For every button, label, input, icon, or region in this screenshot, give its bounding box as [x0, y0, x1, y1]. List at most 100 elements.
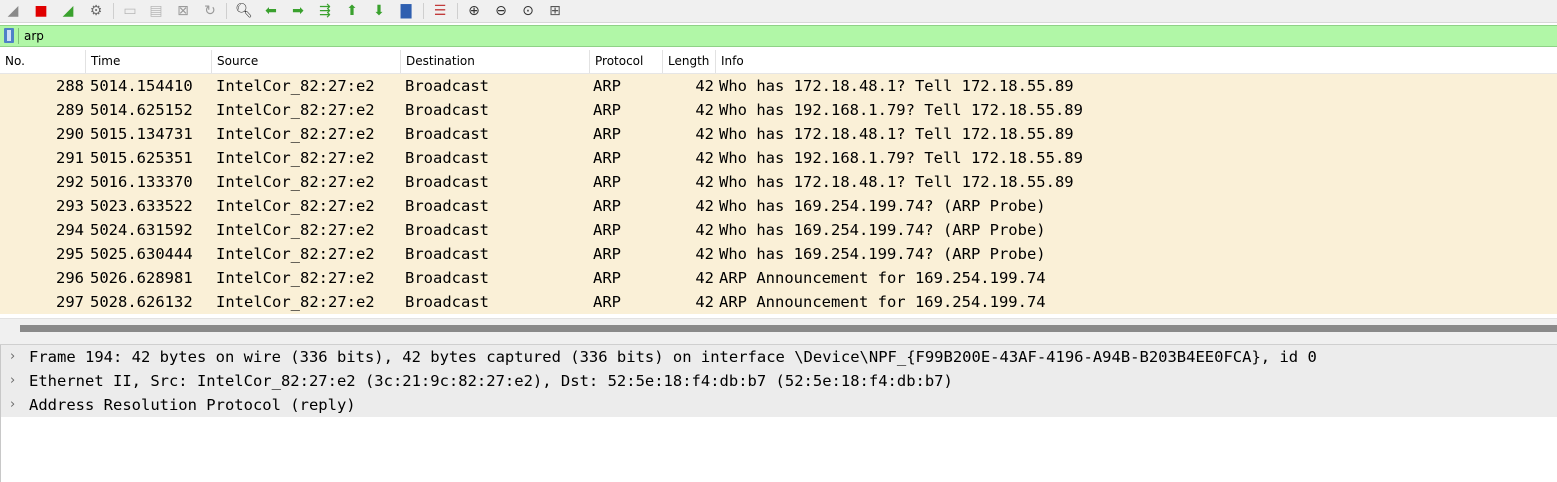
- packet-row[interactable]: 290 5015.134731 IntelCor_82:27:e2 Broadcast…: [0, 122, 1557, 146]
- packet-cell-time: 5026.628981: [90, 269, 193, 287]
- filter-divider: [18, 28, 19, 44]
- packet-cell-length: 42: [695, 221, 714, 239]
- details-tree-item-text: Ethernet II, Src: IntelCor_82:27:e2 (3c:…: [29, 372, 953, 390]
- packet-cell-source: IntelCor_82:27:e2: [216, 197, 375, 215]
- packet-cell-no: 293: [56, 197, 84, 215]
- packet-cell-no: 291: [56, 149, 84, 167]
- packet-cell-source: IntelCor_82:27:e2: [216, 77, 375, 95]
- packet-cell-protocol: ARP: [593, 101, 621, 119]
- packet-cell-time: 5023.633522: [90, 197, 193, 215]
- packet-cell-info: Who has 169.254.199.74? (ARP Probe): [719, 221, 1046, 239]
- restart-capture-icon[interactable]: ◢: [58, 1, 78, 21]
- packet-row[interactable]: 296 5026.628981 IntelCor_82:27:e2 Broadcast…: [0, 266, 1557, 290]
- details-tree-item[interactable]: › Frame 194: 42 bytes on wire (336 bits),…: [1, 345, 1557, 369]
- zoom-out-icon[interactable]: ⊖: [491, 1, 511, 21]
- packet-cell-no: 295: [56, 245, 84, 263]
- colorize-icon[interactable]: ☰: [430, 1, 450, 21]
- column-header-time[interactable]: Time: [86, 50, 212, 73]
- packet-cell-destination: Broadcast: [405, 245, 489, 263]
- column-header-no[interactable]: No.: [0, 50, 86, 73]
- packet-cell-time: 5016.133370: [90, 173, 193, 191]
- packet-cell-info: ARP Announcement for 169.254.199.74: [719, 269, 1046, 287]
- packet-details-pane: › Frame 194: 42 bytes on wire (336 bits),…: [0, 345, 1557, 482]
- packet-cell-no: 289: [56, 101, 84, 119]
- filter-bookmark-icon[interactable]: [4, 28, 14, 43]
- display-filter-bar: [0, 25, 1557, 47]
- packet-cell-time: 5014.625152: [90, 101, 193, 119]
- display-filter-input[interactable]: [24, 26, 1524, 46]
- column-header-source[interactable]: Source: [212, 50, 401, 73]
- packet-cell-source: IntelCor_82:27:e2: [216, 245, 375, 263]
- open-file-icon[interactable]: ▭: [120, 1, 140, 21]
- packet-row[interactable]: 289 5014.625152 IntelCor_82:27:e2 Broadcast…: [0, 98, 1557, 122]
- packet-cell-destination: Broadcast: [405, 173, 489, 191]
- details-tree-item[interactable]: › Address Resolution Protocol (reply): [1, 393, 1557, 417]
- packet-cell-time: 5014.154410: [90, 77, 193, 95]
- packet-cell-time: 5015.625351: [90, 149, 193, 167]
- find-packet-icon[interactable]: 🔍︎: [234, 1, 254, 21]
- packet-cell-destination: Broadcast: [405, 269, 489, 287]
- packet-cell-protocol: ARP: [593, 77, 621, 95]
- save-file-icon[interactable]: ▤: [146, 1, 166, 21]
- packet-cell-source: IntelCor_82:27:e2: [216, 149, 375, 167]
- packet-cell-source: IntelCor_82:27:e2: [216, 101, 375, 119]
- packet-cell-length: 42: [695, 197, 714, 215]
- packet-row[interactable]: 292 5016.133370 IntelCor_82:27:e2 Broadcast…: [0, 170, 1557, 194]
- chevron-right-icon[interactable]: ›: [10, 393, 15, 417]
- packet-cell-length: 42: [695, 149, 714, 167]
- go-to-packet-icon[interactable]: ⇶: [315, 1, 335, 21]
- packet-row[interactable]: 297 5028.626132 IntelCor_82:27:e2 Broadcast…: [0, 290, 1557, 314]
- packet-list-horizontal-scrollbar[interactable]: [0, 318, 1557, 337]
- normal-size-icon[interactable]: ⊙: [518, 1, 538, 21]
- packet-row[interactable]: 294 5024.631592 IntelCor_82:27:e2 Broadcast…: [0, 218, 1557, 242]
- autoscroll-icon[interactable]: ▇: [396, 1, 416, 21]
- details-tree-item[interactable]: › Ethernet II, Src: IntelCor_82:27:e2 (3c…: [1, 369, 1557, 393]
- column-header-info[interactable]: Info: [716, 50, 1557, 73]
- packet-cell-source: IntelCor_82:27:e2: [216, 173, 375, 191]
- scrollbar-thumb[interactable]: [20, 325, 1557, 332]
- packet-cell-length: 42: [695, 77, 714, 95]
- go-back-icon[interactable]: ⬅: [261, 1, 281, 21]
- packet-cell-info: Who has 169.254.199.74? (ARP Probe): [719, 197, 1046, 215]
- main-toolbar: ◢ ■ ◢ ⚙ ▭ ▤ ⊠ ↻ 🔍︎ ⬅ ➡ ⇶ ⬆ ⬇ ▇ ☰ ⊕ ⊖ ⊙ ⊞: [0, 0, 1557, 23]
- shark-fin-start-icon[interactable]: ◢: [3, 1, 23, 21]
- packet-cell-length: 42: [695, 293, 714, 311]
- packet-cell-no: 296: [56, 269, 84, 287]
- reload-file-icon[interactable]: ↻: [200, 1, 220, 21]
- last-packet-icon[interactable]: ⬇: [369, 1, 389, 21]
- pane-splitter[interactable]: [0, 337, 1557, 345]
- packet-cell-length: 42: [695, 173, 714, 191]
- details-tree-item-text: Frame 194: 42 bytes on wire (336 bits), …: [29, 348, 1317, 366]
- column-header-destination[interactable]: Destination: [401, 50, 590, 73]
- packet-cell-source: IntelCor_82:27:e2: [216, 125, 375, 143]
- packet-cell-no: 294: [56, 221, 84, 239]
- chevron-right-icon[interactable]: ›: [10, 369, 15, 393]
- zoom-in-icon[interactable]: ⊕: [464, 1, 484, 21]
- packet-cell-source: IntelCor_82:27:e2: [216, 293, 375, 311]
- stop-capture-icon[interactable]: ■: [31, 1, 51, 21]
- column-header-length[interactable]: Length: [663, 50, 716, 73]
- capture-options-gear-icon[interactable]: ⚙: [86, 1, 106, 21]
- packet-cell-protocol: ARP: [593, 221, 621, 239]
- column-header-protocol[interactable]: Protocol: [590, 50, 663, 73]
- first-packet-icon[interactable]: ⬆: [342, 1, 362, 21]
- packet-list: No. Time Source Destination Protocol Len…: [0, 50, 1557, 318]
- packet-cell-destination: Broadcast: [405, 125, 489, 143]
- packet-cell-info: ARP Announcement for 169.254.199.74: [719, 293, 1046, 311]
- close-file-icon[interactable]: ⊠: [173, 1, 193, 21]
- toolbar-separator: [457, 3, 458, 19]
- packet-cell-no: 288: [56, 77, 84, 95]
- chevron-right-icon[interactable]: ›: [10, 345, 15, 369]
- packet-cell-time: 5024.631592: [90, 221, 193, 239]
- details-tree-item-text: Address Resolution Protocol (reply): [29, 396, 356, 414]
- packet-row[interactable]: 295 5025.630444 IntelCor_82:27:e2 Broadcast…: [0, 242, 1557, 266]
- packet-row[interactable]: 291 5015.625351 IntelCor_82:27:e2 Broadcast…: [0, 146, 1557, 170]
- packet-row[interactable]: 293 5023.633522 IntelCor_82:27:e2 Broadcast…: [0, 194, 1557, 218]
- packet-cell-destination: Broadcast: [405, 101, 489, 119]
- go-forward-icon[interactable]: ➡: [288, 1, 308, 21]
- packet-cell-time: 5025.630444: [90, 245, 193, 263]
- packet-row[interactable]: 288 5014.154410 IntelCor_82:27:e2 Broadcast…: [0, 74, 1557, 98]
- packet-cell-info: Who has 192.168.1.79? Tell 172.18.55.89: [719, 149, 1083, 167]
- packet-cell-protocol: ARP: [593, 293, 621, 311]
- resize-columns-icon[interactable]: ⊞: [545, 1, 565, 21]
